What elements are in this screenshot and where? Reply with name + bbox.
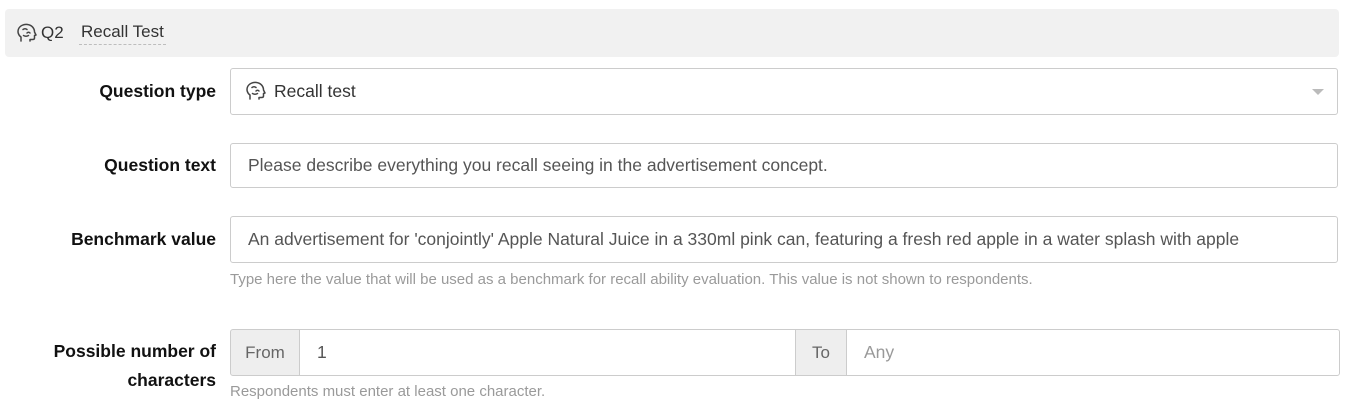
question-header: Q2 Recall Test — [5, 9, 1339, 57]
question-type-select[interactable]: Recall test — [230, 68, 1338, 115]
to-addon: To — [796, 329, 846, 376]
question-type-label: Question type — [99, 81, 216, 101]
characters-help-text: Respondents must enter at least one char… — [230, 383, 546, 400]
question-text-label: Question text — [104, 155, 216, 175]
benchmark-value-label: Benchmark value — [71, 229, 216, 249]
question-title[interactable]: Recall Test — [79, 21, 166, 45]
question-text-value: Please describe everything you recall se… — [248, 155, 828, 175]
character-range: From 1 To Any — [230, 329, 1340, 376]
max-characters-input[interactable]: Any — [846, 329, 1340, 376]
characters-label-line1: Possible number of — [53, 341, 216, 361]
recall-head-icon — [244, 80, 266, 102]
benchmark-help-text: Type here the value that will be used as… — [230, 271, 1033, 288]
chevron-down-icon[interactable] — [1312, 89, 1324, 95]
benchmark-value-input[interactable]: An advertisement for 'conjointly' Apple … — [230, 216, 1338, 263]
from-addon: From — [230, 329, 300, 376]
question-number: Q2 — [41, 23, 64, 42]
characters-label-line2: characters — [127, 370, 216, 390]
min-characters-input[interactable]: 1 — [300, 329, 796, 376]
question-type-value: Recall test — [274, 81, 356, 101]
recall-head-icon — [15, 22, 37, 44]
question-text-input[interactable]: Please describe everything you recall se… — [230, 143, 1338, 188]
benchmark-value-text: An advertisement for 'conjointly' Apple … — [248, 229, 1240, 249]
